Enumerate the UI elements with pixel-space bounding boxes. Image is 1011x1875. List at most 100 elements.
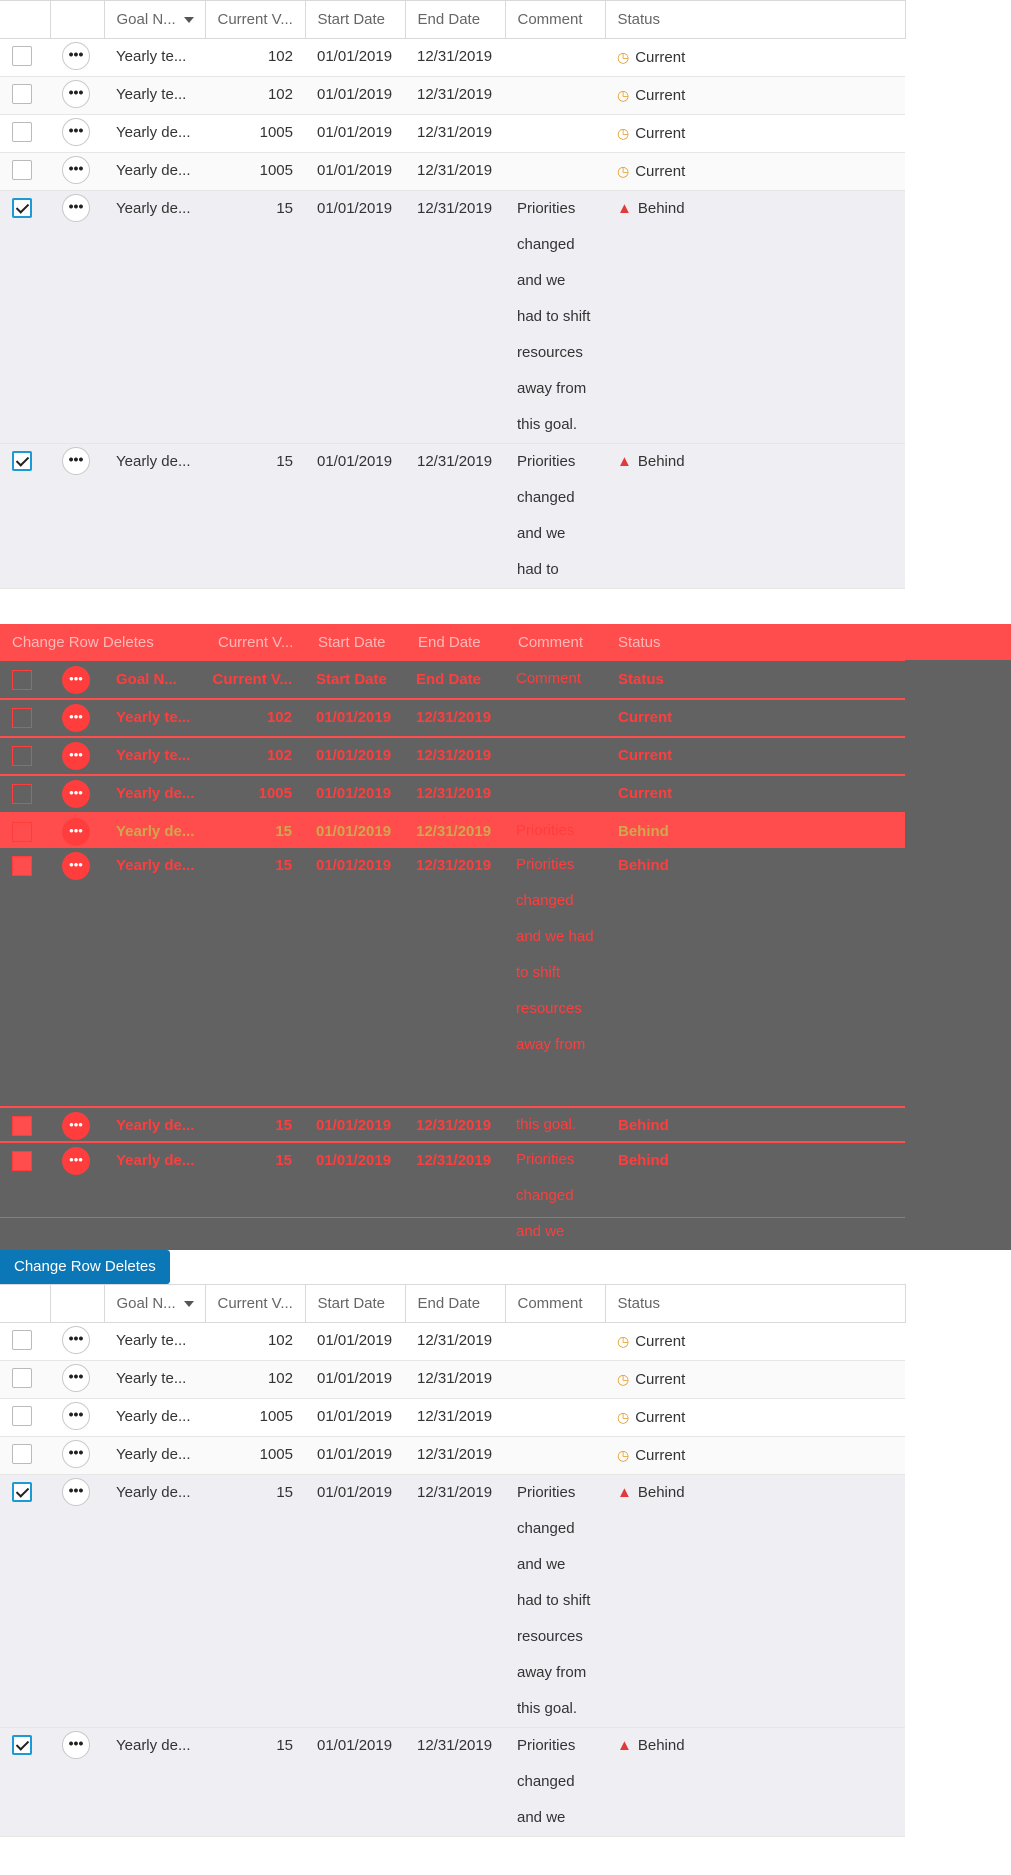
comment-cell[interactable] — [505, 114, 605, 153]
comment-cell[interactable]: Priorities changed and we had to shift r… — [505, 1474, 605, 1728]
end-date-cell[interactable]: 12/31/2019 — [405, 1436, 505, 1475]
end-date-cell[interactable]: 12/31/2019 — [405, 443, 505, 589]
status-cell[interactable]: ▲ Behind — [605, 190, 905, 444]
comment-cell[interactable] — [505, 1398, 605, 1437]
goal-name-cell[interactable]: Yearly te... — [104, 38, 205, 77]
start-date-cell[interactable]: 01/01/2019 — [305, 1398, 405, 1437]
row-checkbox[interactable] — [12, 45, 32, 66]
start-date-cell[interactable]: 01/01/2019 — [305, 1360, 405, 1399]
goal-name-cell[interactable]: Yearly de... — [104, 1474, 205, 1728]
header-current-value[interactable]: Current V... — [205, 0, 306, 39]
more-dots-icon[interactable]: ••• — [62, 1325, 90, 1354]
goal-name-cell[interactable]: Yearly de... — [104, 114, 205, 153]
status-cell[interactable]: ▲ Behind — [605, 1727, 905, 1837]
end-date-cell[interactable]: 12/31/2019 — [405, 1474, 505, 1728]
status-cell[interactable]: ◷ Current — [605, 114, 905, 153]
start-date-cell[interactable]: 01/01/2019 — [305, 443, 405, 589]
header-end-date[interactable]: End Date — [405, 0, 506, 39]
end-date-cell[interactable]: 12/31/2019 — [405, 38, 505, 77]
goal-name-cell[interactable]: Yearly te... — [104, 1360, 205, 1399]
row-checkbox[interactable] — [12, 159, 32, 180]
goal-name-cell[interactable]: Yearly de... — [104, 190, 205, 444]
end-date-cell[interactable]: 12/31/2019 — [405, 1398, 505, 1437]
row-checkbox[interactable] — [12, 1734, 32, 1755]
header-status[interactable]: Status — [605, 0, 906, 39]
status-cell[interactable]: ◷ Current — [605, 1360, 905, 1399]
more-dots-icon[interactable]: ••• — [62, 1401, 90, 1430]
more-dots-icon[interactable]: ••• — [62, 41, 90, 70]
current-value-cell[interactable]: 15 — [205, 1727, 305, 1837]
end-date-cell[interactable]: 12/31/2019 — [405, 114, 505, 153]
start-date-cell[interactable]: 01/01/2019 — [305, 1436, 405, 1475]
current-value-cell[interactable]: 1005 — [205, 1436, 305, 1475]
more-dots-icon[interactable]: ••• — [62, 446, 90, 475]
table-row[interactable]: ••• Yearly te... 102 01/01/2019 12/31/2019 ◷ C… — [0, 1360, 905, 1399]
more-dots-icon[interactable]: ••• — [62, 117, 90, 146]
current-value-cell[interactable]: 102 — [205, 1360, 305, 1399]
goal-name-cell[interactable]: Yearly de... — [104, 1398, 205, 1437]
start-date-cell[interactable]: 01/01/2019 — [305, 1727, 405, 1837]
comment-cell[interactable]: Priorities changed and we had to shift r… — [505, 190, 605, 444]
header-goal-name[interactable]: Goal N... — [104, 1284, 206, 1323]
table-row[interactable]: ••• Yearly de... 1005 01/01/2019 12/31/2019 ◷… — [0, 152, 905, 191]
goal-name-cell[interactable]: Yearly te... — [104, 76, 205, 115]
current-value-cell[interactable]: 15 — [205, 190, 305, 444]
table-row[interactable]: ••• Yearly de... 15 01/01/2019 12/31/2019 Pri… — [0, 1474, 905, 1728]
comment-cell[interactable] — [505, 1360, 605, 1399]
comment-cell[interactable] — [505, 1322, 605, 1361]
header-comment[interactable]: Comment — [505, 0, 606, 39]
end-date-cell[interactable]: 12/31/2019 — [405, 1727, 505, 1837]
status-cell[interactable]: ▲ Behind — [605, 1474, 905, 1728]
header-status[interactable]: Status — [605, 1284, 906, 1323]
more-dots-icon[interactable]: ••• — [62, 79, 90, 108]
status-cell[interactable]: ◷ Current — [605, 1398, 905, 1437]
more-dots-icon[interactable]: ••• — [62, 1730, 90, 1759]
table-row[interactable]: ••• Yearly de... 15 01/01/2019 12/31/2019 Pri… — [0, 1727, 905, 1837]
goal-name-cell[interactable]: Yearly de... — [104, 443, 205, 589]
status-cell[interactable]: ▲ Behind — [605, 443, 905, 589]
table-row[interactable]: ••• Yearly de... 1005 01/01/2019 12/31/2019 ◷… — [0, 114, 905, 153]
table-row[interactable]: ••• Yearly te... 102 01/01/2019 12/31/2019 ◷ C… — [0, 1322, 905, 1361]
start-date-cell[interactable]: 01/01/2019 — [305, 1322, 405, 1361]
row-checkbox[interactable] — [12, 121, 32, 142]
header-goal-name[interactable]: Goal N... — [104, 0, 206, 39]
more-dots-icon[interactable]: ••• — [62, 1363, 90, 1392]
end-date-cell[interactable]: 12/31/2019 — [405, 152, 505, 191]
start-date-cell[interactable]: 01/01/2019 — [305, 152, 405, 191]
goal-name-cell[interactable]: Yearly de... — [104, 1727, 205, 1837]
table-row[interactable]: ••• Yearly te... 102 01/01/2019 12/31/2019 ◷ C… — [0, 38, 905, 77]
goal-name-cell[interactable]: Yearly de... — [104, 1436, 205, 1475]
start-date-cell[interactable]: 01/01/2019 — [305, 1474, 405, 1728]
table-row[interactable]: ••• Yearly de... 15 01/01/2019 12/31/2019 Pri… — [0, 443, 905, 589]
comment-cell[interactable]: Priorities changed and we had to — [505, 443, 605, 589]
current-value-cell[interactable]: 1005 — [205, 152, 305, 191]
row-checkbox[interactable] — [12, 83, 32, 104]
row-checkbox[interactable] — [12, 197, 32, 218]
end-date-cell[interactable]: 12/31/2019 — [405, 190, 505, 444]
current-value-cell[interactable]: 1005 — [205, 114, 305, 153]
status-cell[interactable]: ◷ Current — [605, 76, 905, 115]
current-value-cell[interactable]: 15 — [205, 1474, 305, 1728]
sort-caret-icon[interactable] — [183, 1301, 194, 1308]
current-value-cell[interactable]: 102 — [205, 1322, 305, 1361]
comment-cell[interactable] — [505, 38, 605, 77]
start-date-cell[interactable]: 01/01/2019 — [305, 190, 405, 444]
change-row-deletes-button[interactable]: Change Row Deletes — [0, 1250, 170, 1284]
start-date-cell[interactable]: 01/01/2019 — [305, 114, 405, 153]
current-value-cell[interactable]: 1005 — [205, 1398, 305, 1437]
table-row[interactable]: ••• Yearly te... 102 01/01/2019 12/31/2019 ◷ C… — [0, 76, 905, 115]
end-date-cell[interactable]: 12/31/2019 — [405, 1360, 505, 1399]
table-row[interactable]: ••• Yearly de... 1005 01/01/2019 12/31/2019 ◷… — [0, 1398, 905, 1437]
more-dots-icon[interactable]: ••• — [62, 193, 90, 222]
header-end-date[interactable]: End Date — [405, 1284, 506, 1323]
table-row[interactable]: ••• Yearly de... 1005 01/01/2019 12/31/2019 ◷… — [0, 1436, 905, 1475]
more-dots-icon[interactable]: ••• — [62, 1439, 90, 1468]
sort-caret-icon[interactable] — [183, 17, 194, 24]
more-dots-icon[interactable]: ••• — [62, 1477, 90, 1506]
header-start-date[interactable]: Start Date — [305, 1284, 406, 1323]
current-value-cell[interactable]: 15 — [205, 443, 305, 589]
row-checkbox[interactable] — [12, 1405, 32, 1426]
comment-cell[interactable] — [505, 76, 605, 115]
status-cell[interactable]: ◷ Current — [605, 38, 905, 77]
goal-name-cell[interactable]: Yearly te... — [104, 1322, 205, 1361]
